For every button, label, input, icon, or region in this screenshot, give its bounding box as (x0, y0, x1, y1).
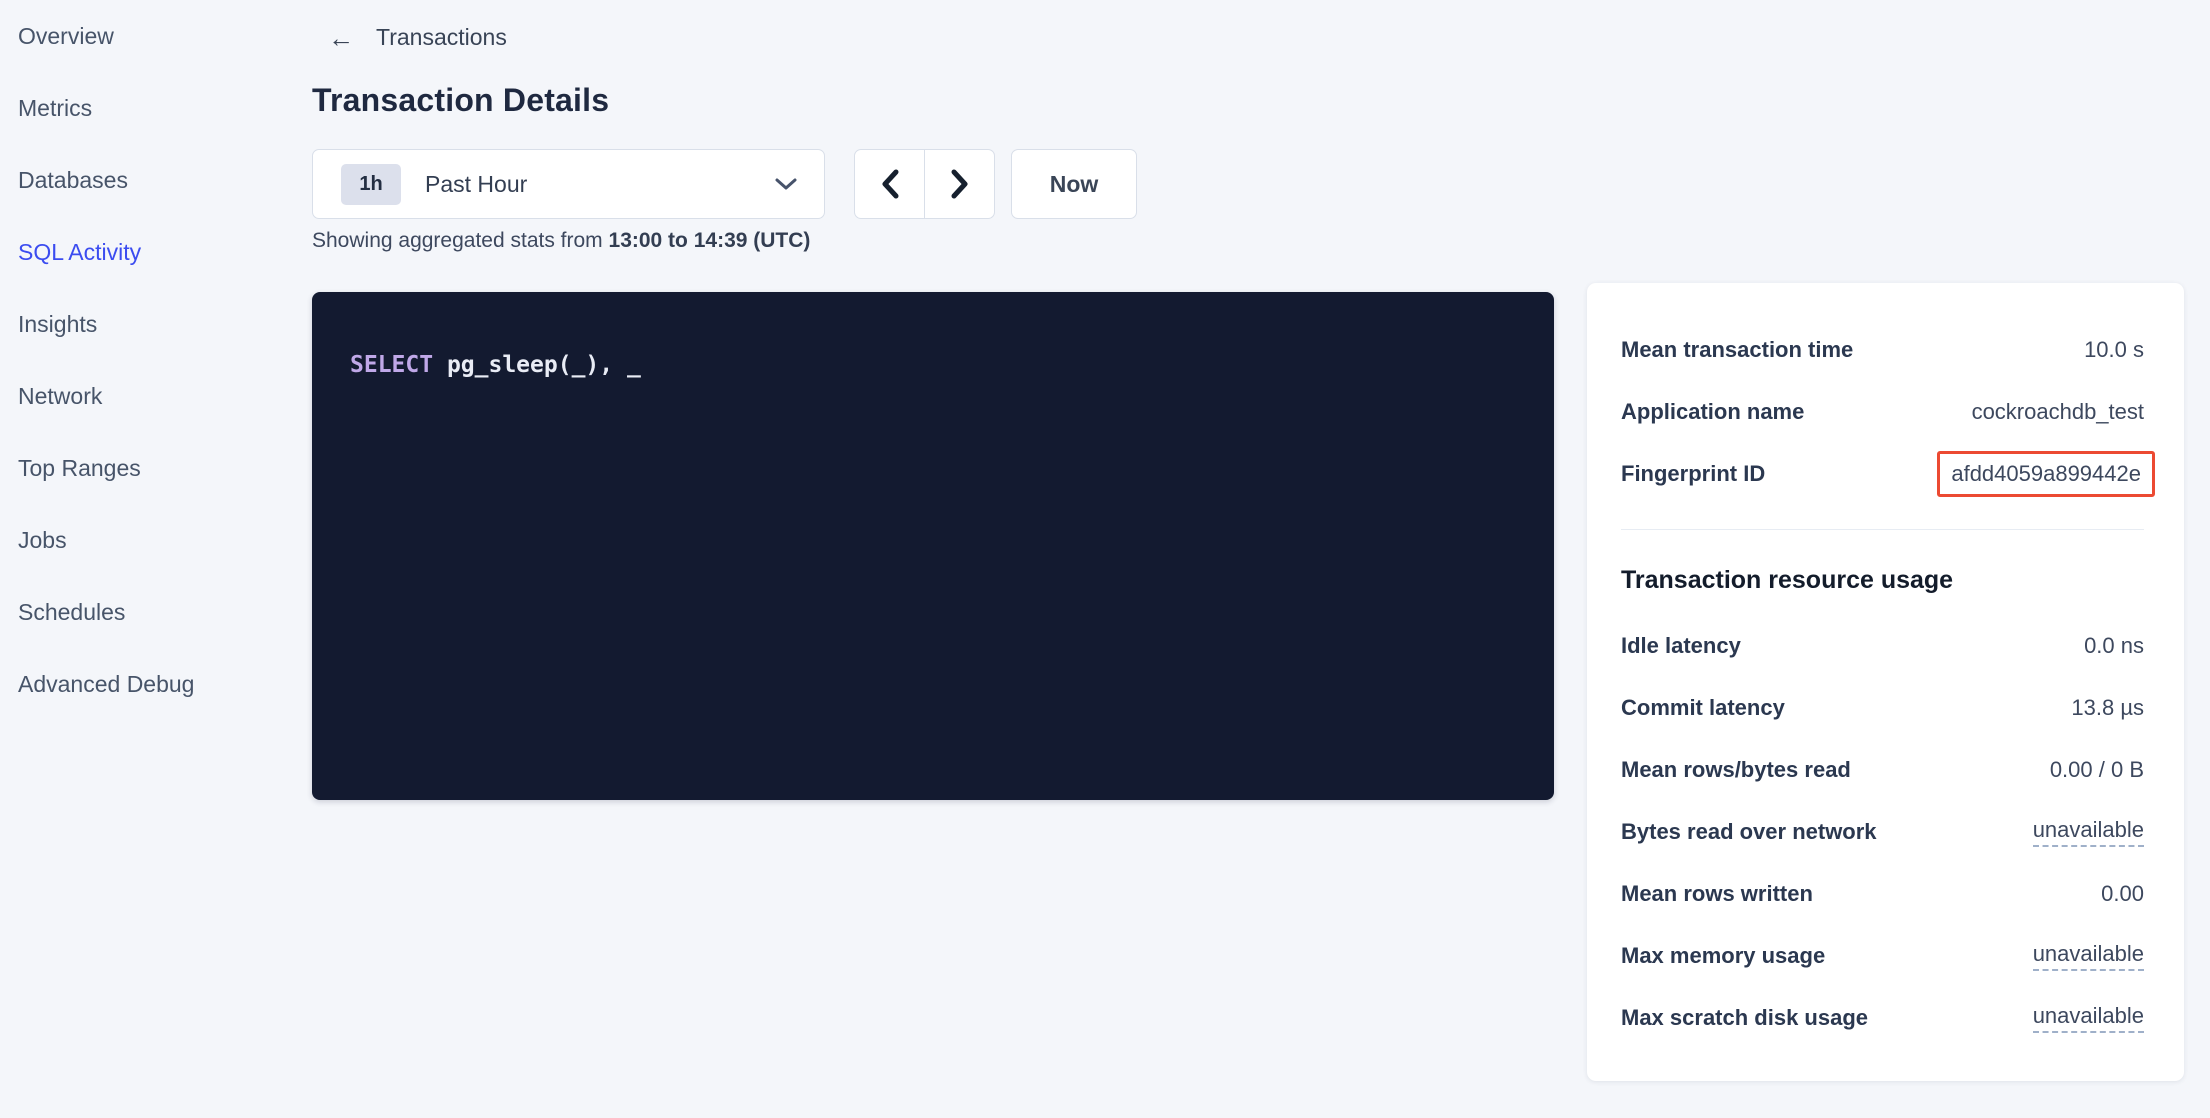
next-range-button[interactable] (924, 149, 995, 219)
detail-row-max-memory-usage: Max memory usage unavailable (1621, 939, 2144, 973)
fingerprint-highlight-box: afdd4059a899442e (1937, 451, 2155, 497)
detail-row-bytes-read-over-network: Bytes read over network unavailable (1621, 815, 2144, 849)
card-divider (1621, 529, 2144, 530)
detail-row-fingerprint-id: Fingerprint ID afdd4059a899442e (1621, 457, 2144, 491)
row-label: Application name (1621, 399, 1804, 425)
sidebar-item-advanced-debug[interactable]: Advanced Debug (0, 648, 312, 720)
sidebar-item-metrics[interactable]: Metrics (0, 72, 312, 144)
details-card: Mean transaction time 10.0 s Application… (1587, 283, 2184, 1081)
detail-row-mean-rows-written: Mean rows written 0.00 (1621, 877, 2144, 911)
sidebar-item-insights[interactable]: Insights (0, 288, 312, 360)
row-label: Bytes read over network (1621, 819, 1877, 845)
detail-row-application-name: Application name cockroachdb_test (1621, 395, 2144, 429)
prev-range-button[interactable] (854, 149, 925, 219)
row-label: Max memory usage (1621, 943, 1825, 969)
row-label: Mean rows written (1621, 881, 1813, 907)
detail-row-max-scratch-disk-usage: Max scratch disk usage unavailable (1621, 1001, 2144, 1035)
detail-row-commit-latency: Commit latency 13.8 µs (1621, 691, 2144, 725)
row-label: Fingerprint ID (1621, 461, 1765, 487)
now-button[interactable]: Now (1011, 149, 1137, 219)
back-button[interactable]: ← Transactions (328, 24, 507, 51)
row-value: 10.0 s (2084, 337, 2144, 363)
chevron-right-icon (951, 169, 969, 199)
sidebar-item-sql-activity[interactable]: SQL Activity (0, 216, 312, 288)
time-range-badge: 1h (341, 164, 401, 205)
sql-text: pg_sleep(_), _ (433, 352, 641, 378)
detail-row-mean-transaction-time: Mean transaction time 10.0 s (1621, 333, 2144, 367)
row-value: 13.8 µs (2071, 695, 2144, 721)
row-value-unavailable: unavailable (2033, 817, 2144, 847)
page-title: Transaction Details (312, 82, 609, 119)
back-label: Transactions (376, 24, 507, 51)
row-label: Mean rows/bytes read (1621, 757, 1851, 783)
resource-usage-title: Transaction resource usage (1621, 566, 2144, 595)
sidebar: Overview Metrics Databases SQL Activity … (0, 0, 312, 1118)
sidebar-item-schedules[interactable]: Schedules (0, 576, 312, 648)
chevron-down-icon (774, 177, 798, 191)
row-label: Max scratch disk usage (1621, 1005, 1868, 1031)
row-label: Idle latency (1621, 633, 1741, 659)
time-range-label: Past Hour (425, 171, 527, 198)
sql-keyword: SELECT (350, 352, 433, 378)
sidebar-item-overview[interactable]: Overview (0, 0, 312, 72)
row-label: Commit latency (1621, 695, 1785, 721)
stats-prefix: Showing aggregated stats from (312, 229, 609, 252)
app-root: Overview Metrics Databases SQL Activity … (0, 0, 2210, 1118)
time-controls: 1h Past Hour Now (312, 149, 1137, 219)
row-value: 0.0 ns (2084, 633, 2144, 659)
detail-row-idle-latency: Idle latency 0.0 ns (1621, 629, 2144, 663)
stats-range: 13:00 to 14:39 (UTC) (609, 229, 811, 252)
row-value-unavailable: unavailable (2033, 1003, 2144, 1033)
row-label: Mean transaction time (1621, 337, 1853, 363)
row-value-unavailable: unavailable (2033, 941, 2144, 971)
detail-row-mean-rows-bytes-read: Mean rows/bytes read 0.00 / 0 B (1621, 753, 2144, 787)
sidebar-item-top-ranges[interactable]: Top Ranges (0, 432, 312, 504)
sidebar-item-network[interactable]: Network (0, 360, 312, 432)
row-value: cockroachdb_test (1972, 399, 2144, 425)
row-value: 0.00 / 0 B (2050, 757, 2144, 783)
stats-summary: Showing aggregated stats from 13:00 to 1… (312, 229, 810, 253)
chevron-left-icon (881, 169, 899, 199)
sidebar-item-databases[interactable]: Databases (0, 144, 312, 216)
sidebar-item-jobs[interactable]: Jobs (0, 504, 312, 576)
row-value: 0.00 (2101, 881, 2144, 907)
time-range-dropdown[interactable]: 1h Past Hour (312, 149, 825, 219)
back-arrow-icon: ← (328, 25, 354, 51)
sql-statement-box: SELECT pg_sleep(_), _ (312, 292, 1554, 800)
time-range-pager (854, 149, 995, 219)
main-content: ← Transactions Transaction Details 1h Pa… (312, 0, 2210, 1118)
